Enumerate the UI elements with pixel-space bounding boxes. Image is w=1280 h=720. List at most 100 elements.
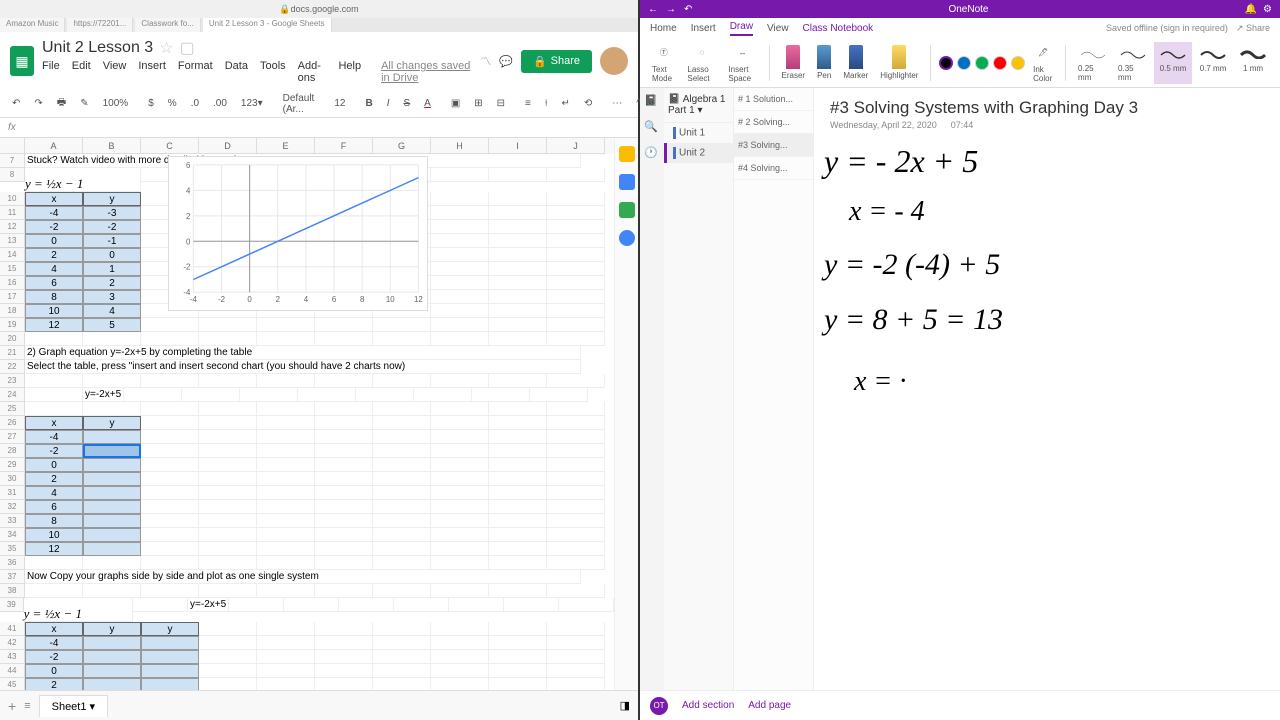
cell[interactable]: 2) Graph equation y=-2x+5 by completing … — [25, 346, 581, 360]
cell[interactable] — [431, 430, 489, 444]
highlighter-tool[interactable]: Highlighter — [876, 43, 922, 82]
menu-data[interactable]: Data — [225, 60, 248, 84]
cell[interactable] — [199, 622, 257, 636]
cell[interactable] — [547, 514, 605, 528]
cell[interactable] — [83, 472, 141, 486]
text-color-icon[interactable]: A — [420, 96, 435, 111]
cell[interactable] — [199, 430, 257, 444]
calendar-icon[interactable] — [619, 146, 635, 162]
cell[interactable] — [257, 318, 315, 332]
ribbon-tab-insert[interactable]: Insert — [691, 23, 716, 34]
tasks-icon[interactable] — [619, 202, 635, 218]
cell[interactable] — [257, 374, 315, 388]
ribbon-tab-home[interactable]: Home — [650, 23, 677, 34]
cell[interactable] — [141, 542, 199, 556]
cell[interactable] — [141, 528, 199, 542]
row-header[interactable]: 19 — [0, 318, 25, 332]
cell[interactable]: 12 — [25, 542, 83, 556]
redo-icon[interactable]: ↷ — [30, 96, 46, 111]
cell[interactable] — [489, 206, 547, 220]
cell[interactable] — [199, 472, 257, 486]
cell[interactable] — [257, 664, 315, 678]
cell[interactable] — [414, 388, 472, 402]
cell[interactable] — [431, 318, 489, 332]
cell[interactable] — [431, 374, 489, 388]
cell[interactable] — [315, 664, 373, 678]
decimal-increase-icon[interactable]: .00 — [209, 96, 231, 111]
italic-icon[interactable]: I — [383, 96, 394, 111]
recent-icon[interactable]: 🕐 — [644, 146, 660, 162]
cell[interactable] — [229, 598, 284, 612]
font-size-dropdown[interactable]: 12 — [330, 96, 349, 111]
cell[interactable] — [315, 472, 373, 486]
cell[interactable]: 0 — [83, 248, 141, 262]
user-avatar-small[interactable]: OT — [650, 697, 668, 715]
cell[interactable] — [547, 374, 605, 388]
cell[interactable] — [257, 332, 315, 346]
row-header[interactable]: 11 — [0, 206, 25, 220]
borders-icon[interactable]: ⊞ — [470, 96, 486, 111]
cell[interactable] — [431, 304, 489, 318]
ribbon-tab-view[interactable]: View — [767, 23, 789, 34]
cell[interactable] — [83, 486, 141, 500]
color-yellow[interactable] — [1011, 56, 1025, 70]
cell[interactable] — [141, 332, 199, 346]
cell[interactable] — [431, 220, 489, 234]
cell[interactable] — [373, 332, 431, 346]
cell[interactable] — [83, 458, 141, 472]
row-header[interactable]: 35 — [0, 542, 25, 556]
cell[interactable] — [199, 584, 257, 598]
cell[interactable] — [25, 332, 83, 346]
cell[interactable] — [199, 332, 257, 346]
cell[interactable] — [547, 678, 605, 690]
page-title[interactable]: #3 Solving Systems with Graphing Day 3 — [830, 98, 1264, 118]
row-header[interactable]: 17 — [0, 290, 25, 304]
cell[interactable]: y — [141, 622, 199, 636]
row-header[interactable]: 12 — [0, 220, 25, 234]
col-header[interactable]: D — [199, 138, 257, 154]
cell[interactable] — [199, 402, 257, 416]
cell[interactable] — [83, 402, 141, 416]
cell[interactable] — [373, 458, 431, 472]
row-header[interactable]: 42 — [0, 636, 25, 650]
color-black[interactable] — [939, 56, 953, 70]
settings-icon[interactable]: ⚙ — [1263, 4, 1272, 15]
cell[interactable]: 6 — [25, 500, 83, 514]
cell[interactable] — [83, 542, 141, 556]
cell[interactable] — [547, 650, 605, 664]
cell[interactable] — [547, 542, 605, 556]
cell[interactable] — [141, 416, 199, 430]
row-header[interactable]: 39 — [0, 598, 24, 612]
cell[interactable]: 6 — [25, 276, 83, 290]
paint-format-icon[interactable]: ✎ — [76, 96, 92, 111]
cell[interactable]: -4 — [25, 206, 83, 220]
cell[interactable] — [257, 584, 315, 598]
row-header[interactable]: 38 — [0, 584, 25, 598]
row-header[interactable]: 41 — [0, 622, 25, 636]
cell[interactable] — [373, 430, 431, 444]
cell[interactable] — [83, 500, 141, 514]
merge-icon[interactable]: ⊟ — [493, 96, 509, 111]
cell[interactable] — [431, 636, 489, 650]
cell[interactable] — [489, 332, 547, 346]
cell[interactable] — [472, 388, 530, 402]
cell[interactable] — [83, 636, 141, 650]
cell[interactable] — [315, 514, 373, 528]
add-page-button[interactable]: Add page — [748, 700, 791, 711]
fill-color-icon[interactable]: ▣ — [447, 96, 464, 111]
cell[interactable] — [199, 486, 257, 500]
cell[interactable] — [339, 598, 394, 612]
cell[interactable] — [199, 318, 257, 332]
insert-space-tool[interactable]: ↔Insert Space — [724, 41, 760, 85]
row-header[interactable]: 45 — [0, 678, 25, 690]
cell[interactable] — [431, 584, 489, 598]
cell[interactable] — [504, 598, 559, 612]
cell[interactable] — [25, 374, 83, 388]
cell[interactable] — [199, 528, 257, 542]
row-header[interactable]: 21 — [0, 346, 25, 360]
align-icon[interactable]: ≡ — [521, 96, 535, 111]
col-header[interactable]: C — [141, 138, 199, 154]
cell[interactable] — [83, 664, 141, 678]
cell[interactable] — [141, 650, 199, 664]
bold-icon[interactable]: B — [361, 96, 376, 111]
